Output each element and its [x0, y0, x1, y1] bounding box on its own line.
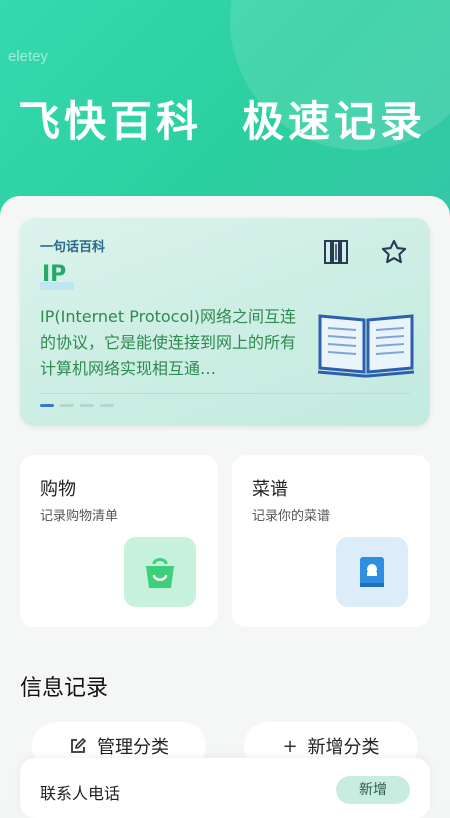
card-description: IP(Internet Protocol)网络之间互连的协议，它是能使连接到网上…: [40, 307, 297, 378]
page-dot-1[interactable]: [40, 404, 54, 407]
plus-icon: +: [282, 735, 298, 757]
encyclopedia-card[interactable]: 一句话百科 IP IP(Internet Protocol)网络之间互连的协议，…: [20, 218, 430, 426]
card-term: IP: [42, 262, 67, 287]
page-dot-2[interactable]: [60, 404, 74, 407]
recipe-title: 菜谱: [252, 479, 288, 500]
slogan: 飞快百科 极速记录: [18, 88, 426, 149]
slogan-left: 飞快百科: [18, 97, 203, 146]
card-kicker: 一句话百科: [40, 240, 106, 255]
open-book-illustration: [317, 314, 415, 378]
recipe-icon-box: [336, 537, 408, 607]
shopping-subtitle: 记录购物清单: [40, 509, 119, 524]
slogan-right: 极速记录: [242, 97, 427, 146]
manage-category-label: 管理分类: [97, 737, 169, 758]
add-category-label: 新增分类: [307, 737, 380, 758]
shopping-bag-icon: [146, 558, 174, 588]
watermark-text: eletey: [8, 48, 49, 65]
pagination-dots[interactable]: [40, 404, 114, 407]
recipe-book-icon: [360, 557, 384, 587]
shopping-tile[interactable]: 购物 记录购物清单: [20, 455, 218, 627]
section-title: 信息记录: [20, 676, 109, 701]
books-icon[interactable]: [322, 238, 350, 266]
contact-phone-row[interactable]: 联系人电话 新增: [20, 758, 430, 818]
edit-icon: [71, 737, 87, 753]
star-icon[interactable]: [380, 238, 408, 266]
shopping-icon-box: [124, 537, 196, 607]
card-divider: [40, 393, 410, 394]
recipe-subtitle: 记录你的菜谱: [252, 509, 331, 524]
page-dot-3[interactable]: [80, 404, 94, 407]
shopping-title: 购物: [40, 479, 76, 500]
contact-phone-label: 联系人电话: [40, 784, 121, 803]
recipe-tile[interactable]: 菜谱 记录你的菜谱: [232, 455, 430, 627]
page-dot-4[interactable]: [100, 404, 114, 407]
